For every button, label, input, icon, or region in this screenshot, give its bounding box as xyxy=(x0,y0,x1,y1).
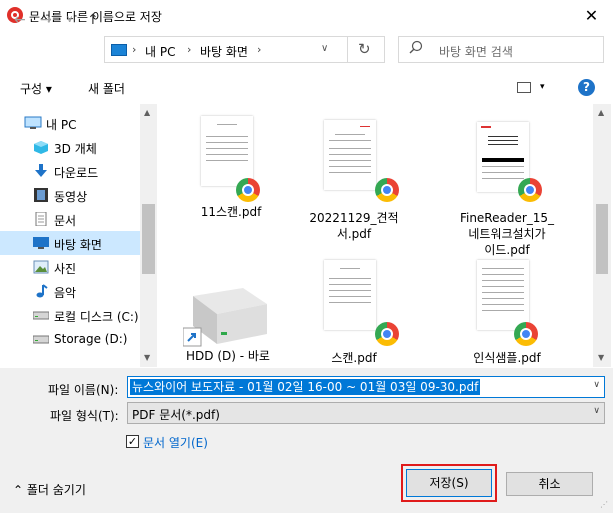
download-icon xyxy=(33,164,49,178)
breadcrumb-separator: › xyxy=(257,43,262,56)
file-item[interactable]: 인식샘플.pdf xyxy=(452,256,562,366)
chrome-icon xyxy=(514,322,538,346)
back-button[interactable]: ← xyxy=(14,12,26,28)
chevron-down-icon[interactable]: ∨ xyxy=(593,380,600,390)
navigation-pane: 내 PC 3D 개체 다운로드 동영상 문서 바탕 화면 사진 음악 로컬 디스… xyxy=(0,104,158,367)
file-item[interactable]: 11스캔.pdf xyxy=(176,112,286,222)
file-name: FineReader_15_ 네트워크설치가 이드.pdf xyxy=(459,211,555,257)
sidebar-item-label: 로컬 디스크 (C:) xyxy=(54,310,139,324)
file-name: HDD (D) - 바로 xyxy=(186,349,270,363)
help-button[interactable]: ? xyxy=(578,79,595,96)
video-icon xyxy=(33,188,49,202)
scroll-down-icon[interactable]: ▼ xyxy=(598,353,604,362)
file-item[interactable]: HDD (D) - 바로 xyxy=(173,256,283,366)
search-placeholder: 바탕 화면 검색 xyxy=(439,45,513,59)
sidebar-item-label: 내 PC xyxy=(46,118,77,132)
file-name: 스캔.pdf xyxy=(331,351,377,365)
sidebar-item-desktop[interactable]: 바탕 화면 xyxy=(0,231,140,255)
file-list: 11스캔.pdf 20221129_견적 서.pdf FineReader_15… xyxy=(158,104,593,367)
sidebar-item-label: 문서 xyxy=(54,214,77,228)
sidebar-item-label: 동영상 xyxy=(54,190,88,204)
file-name: 11스캔.pdf xyxy=(200,205,262,219)
drive-icon xyxy=(32,308,50,322)
hide-folders-button[interactable]: ⌃ 폴더 숨기기 xyxy=(13,481,86,498)
sidebar-item-label: 다운로드 xyxy=(54,166,99,180)
sidebar-item-downloads[interactable]: 다운로드 xyxy=(0,159,140,183)
pdf-thumbnail-icon xyxy=(324,260,376,330)
sidebar-item-label: 사진 xyxy=(54,262,77,276)
breadcrumb-separator: › xyxy=(132,43,137,56)
pdf-thumbnail-icon xyxy=(324,120,376,190)
hard-drive-shortcut-icon xyxy=(182,282,269,355)
address-divider xyxy=(347,37,348,62)
breadcrumb-pc[interactable]: 내 PC xyxy=(145,43,175,60)
close-button[interactable]: ✕ xyxy=(570,0,613,31)
organize-button[interactable]: 구성 ▾ xyxy=(20,80,52,97)
chrome-icon xyxy=(236,178,260,202)
file-item[interactable]: FineReader_15_ 네트워크설치가 이드.pdf xyxy=(452,112,562,257)
up-button[interactable]: ↑ xyxy=(87,12,99,28)
pc-icon xyxy=(111,44,127,56)
scroll-down-icon[interactable]: ▼ xyxy=(144,353,150,362)
sidebar-item-3d-objects[interactable]: 3D 개체 xyxy=(0,135,140,159)
sidebar-item-label: 바탕 화면 xyxy=(54,238,102,252)
cancel-button[interactable]: 취소 xyxy=(506,472,593,496)
pdf-thumbnail-icon xyxy=(477,260,529,330)
desktop-icon xyxy=(33,236,49,250)
document-icon xyxy=(33,211,49,227)
resize-grip-icon[interactable]: ⋰ xyxy=(600,500,608,509)
sidebar-item-storage-d[interactable]: Storage (D:) xyxy=(0,327,140,351)
scroll-up-icon[interactable]: ▲ xyxy=(144,108,150,117)
view-options-icon[interactable] xyxy=(517,82,531,93)
open-document-checkbox[interactable]: ✓ xyxy=(126,435,139,448)
forward-button[interactable]: → xyxy=(40,12,52,28)
sidebar-item-local-disk-c[interactable]: 로컬 디스크 (C:) xyxy=(0,303,140,327)
filename-label: 파일 이름(N): xyxy=(48,383,119,397)
view-dropdown-icon[interactable]: ▾ xyxy=(540,82,545,92)
search-icon xyxy=(409,40,423,58)
sidebar-item-pictures[interactable]: 사진 xyxy=(0,255,140,279)
filetype-value: PDF 문서(*.pdf) xyxy=(132,408,220,422)
filename-value[interactable]: 뉴스와이어 보도자료 - 01월 02일 16-00 ~ 01월 03일 09-… xyxy=(130,379,481,395)
chevron-down-icon[interactable]: ∨ xyxy=(593,406,600,416)
scrollbar-thumb[interactable] xyxy=(596,204,608,274)
sidebar-item-label: 음악 xyxy=(54,286,77,300)
refresh-button[interactable]: ↻ xyxy=(358,40,371,58)
recent-locations-button[interactable]: ∨ xyxy=(66,14,73,25)
sidebar-item-this-pc[interactable]: 내 PC xyxy=(0,111,140,135)
sidebar-item-label: 3D 개체 xyxy=(54,142,97,156)
file-list-scrollbar[interactable]: ▲ ▼ xyxy=(593,104,611,367)
chrome-icon xyxy=(518,178,542,202)
address-dropdown-button[interactable]: ∨ xyxy=(321,43,328,54)
sidebar-scrollbar[interactable]: ▲ ▼ xyxy=(140,104,157,367)
breadcrumb-desktop[interactable]: 바탕 화면 xyxy=(200,43,248,60)
filename-input[interactable]: 뉴스와이어 보도자료 - 01월 02일 16-00 ~ 01월 03일 09-… xyxy=(127,376,605,398)
sidebar-item-documents[interactable]: 문서 xyxy=(0,207,140,231)
save-button[interactable]: 저장(S) xyxy=(406,469,492,497)
chrome-icon xyxy=(375,178,399,202)
file-name: 20221129_견적 서.pdf xyxy=(309,211,399,241)
pc-icon xyxy=(24,116,42,130)
file-item[interactable]: 스캔.pdf xyxy=(299,256,409,366)
scrollbar-thumb[interactable] xyxy=(142,204,155,274)
pdf-thumbnail-icon xyxy=(201,116,253,186)
cube-icon xyxy=(33,140,49,154)
file-item[interactable]: 20221129_견적 서.pdf xyxy=(299,112,409,241)
new-folder-button[interactable]: 새 폴더 xyxy=(88,80,125,97)
file-name: 인식샘플.pdf xyxy=(473,351,541,365)
filetype-select[interactable]: PDF 문서(*.pdf) ∨ xyxy=(127,402,605,424)
drive-icon xyxy=(32,332,50,346)
music-icon xyxy=(33,284,49,298)
open-document-label[interactable]: 문서 열기(E) xyxy=(143,434,208,451)
scroll-up-icon[interactable]: ▲ xyxy=(598,108,604,117)
search-box[interactable]: 바탕 화면 검색 xyxy=(398,36,604,63)
filetype-label: 파일 형식(T): xyxy=(50,409,119,423)
sidebar-item-videos[interactable]: 동영상 xyxy=(0,183,140,207)
picture-icon xyxy=(33,260,49,274)
sidebar-item-music[interactable]: 음악 xyxy=(0,279,140,303)
chrome-icon xyxy=(375,322,399,346)
breadcrumb-separator: › xyxy=(187,43,192,56)
address-bar[interactable]: › 내 PC › 바탕 화면 › ∨ ↻ xyxy=(104,36,385,63)
sidebar-item-label: Storage (D:) xyxy=(54,332,128,346)
